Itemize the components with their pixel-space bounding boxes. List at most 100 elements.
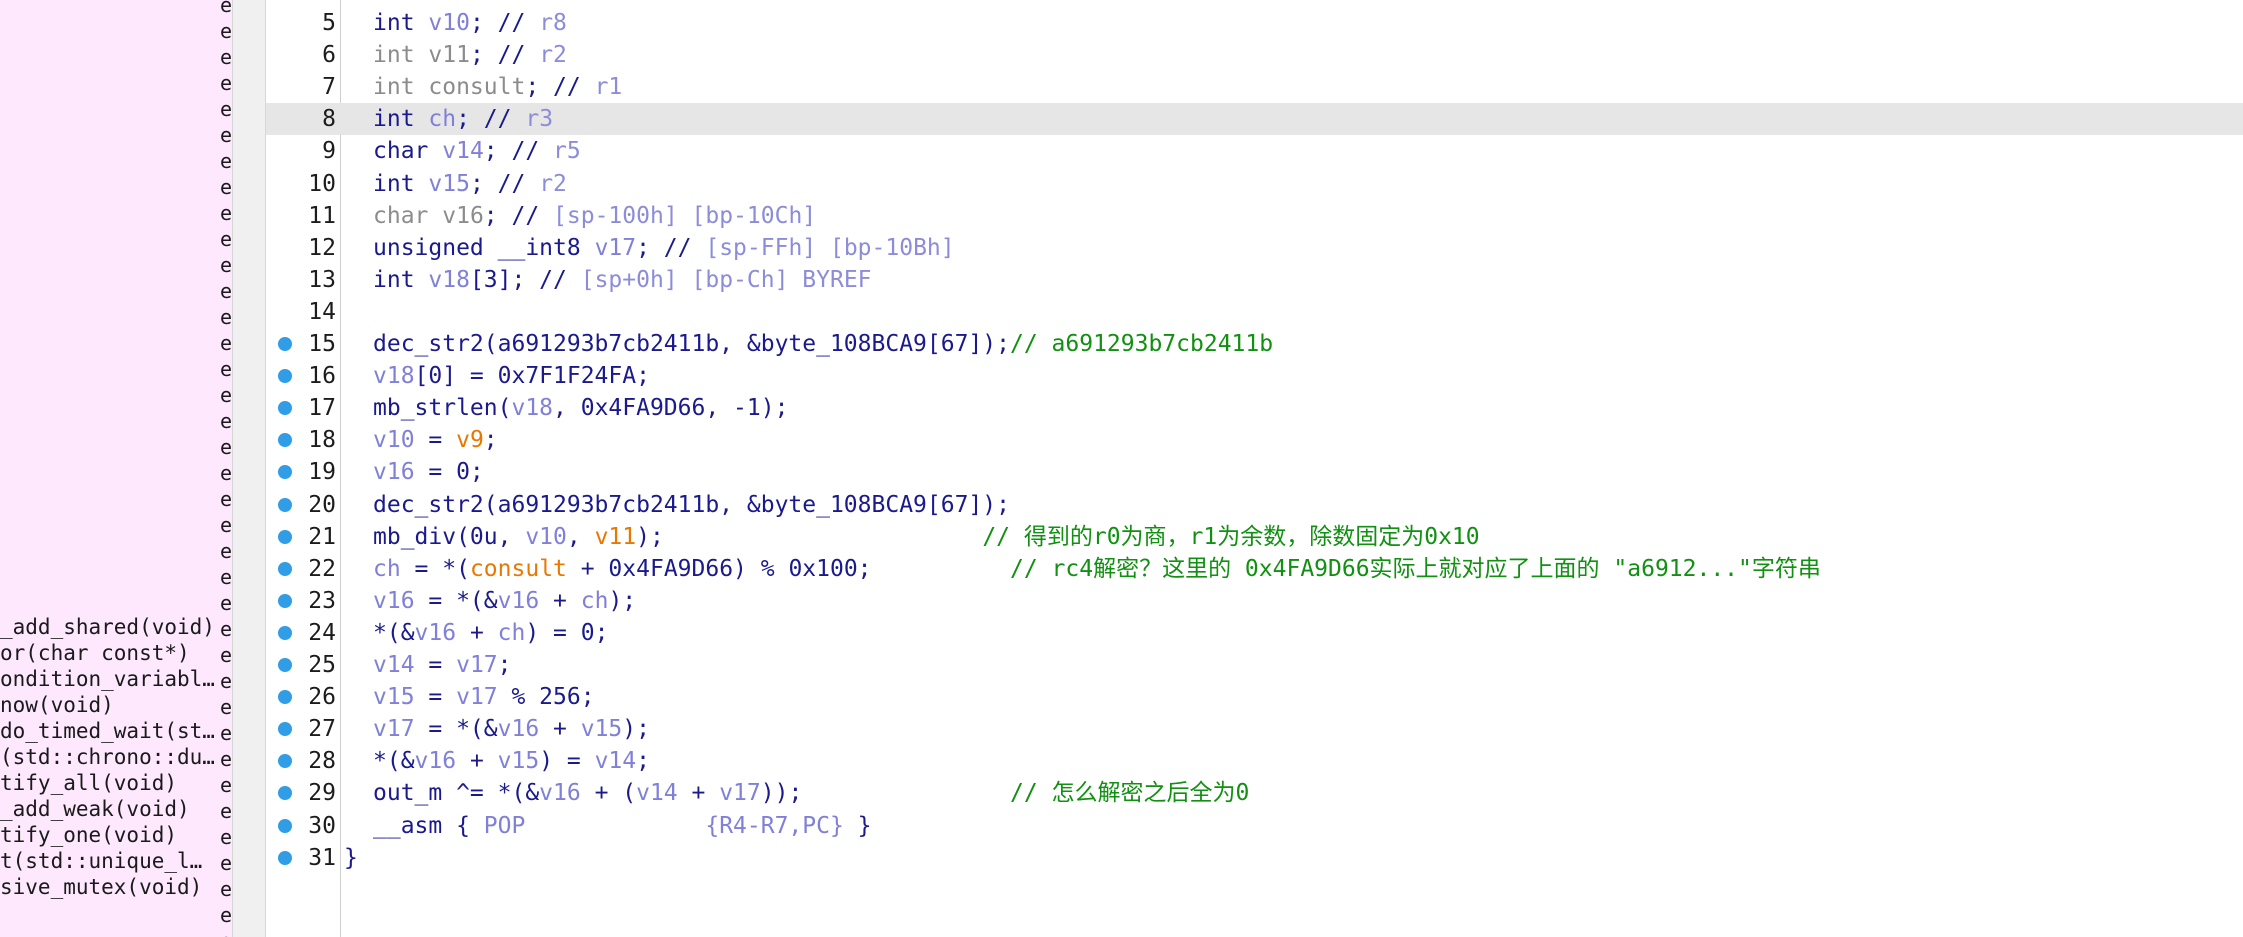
breakpoint-dot-icon[interactable] [278,465,292,480]
breakpoint-dot-icon[interactable] [278,529,292,544]
function-list-item[interactable]: do_timed_wait(st… [0,718,214,744]
code-token: v11 [428,42,470,69]
code-token: ; [636,748,650,775]
code-token: v16 [539,780,581,807]
breakpoint-dot-icon[interactable] [278,497,292,512]
code-line[interactable]: 31} [266,842,2243,874]
breakpoint-dot-icon[interactable] [278,850,292,865]
breakpoint-dot-icon[interactable] [278,593,292,608]
function-type-marker: e [220,97,232,121]
function-list-item[interactable]: tify_one(void) [0,822,177,848]
code-line[interactable]: 23 v16 = *(&v16 + ch); [266,585,2243,617]
code-text: *(&v16 + v15) = v14; [373,745,650,777]
function-list-item[interactable]: t(std::unique_l… [0,848,202,874]
code-line[interactable]: 17 mb_strlen(v18, 0x4FA9D66, -1); [266,392,2243,424]
function-type-marker: e [220,71,232,95]
function-list-item[interactable]: ondition_variabl… [0,666,214,692]
function-list-item[interactable]: _add_shared(void) [0,614,214,640]
code-token: } [344,844,358,871]
function-type-marker: e [220,123,232,147]
code-text: v18[0] = 0x7F1F24FA; [373,360,650,392]
panel-splitter[interactable] [232,0,266,937]
code-token: dec_str2(a691293b7cb2411b, &byte_108BCA9… [373,331,1010,357]
code-token: ); [622,716,650,743]
code-text: int ch; // r3 [373,103,553,135]
code-text: int v10; // r8 [373,7,567,39]
breakpoint-dot-icon[interactable] [278,722,292,737]
code-token: // rc4解密？这里的 0x4FA9D66实际上就对应了上面的 "a6912.… [1010,555,1821,582]
code-token: [sp-FFh] [bp-10Bh] [705,234,955,261]
functions-panel: _add_shared(void) or(char const*) ondition… [0,0,232,937]
line-number: 29 [308,780,336,807]
function-type-marker: e [220,331,232,355]
code-line[interactable]: 11 char v16; // [sp-100h] [bp-10Ch] [266,200,2243,232]
code-line[interactable]: 10 int v15; // r2 [266,168,2243,200]
function-type-marker: e [220,721,232,745]
code-token: unsigned __int8 [373,234,595,261]
code-line[interactable]: 20 dec_str2(a691293b7cb2411b, &byte_108BC… [266,489,2243,521]
code-line[interactable]: 25 v14 = v17; [266,649,2243,681]
line-number: 20 [308,491,336,518]
code-token: v14 [594,748,637,775]
code-line[interactable]: 6 int v11; // r2 [266,39,2243,71]
code-token: ) = 0; [525,619,609,646]
code-line[interactable]: 16 v18[0] = 0x7F1F24FA; [266,360,2243,392]
breakpoint-dot-icon[interactable] [278,433,292,448]
code-line[interactable]: 13 int v18[3]; // [sp+0h] [bp-Ch] BYREF [266,264,2243,296]
breakpoint-dot-icon[interactable] [278,561,292,576]
code-line[interactable]: 21 mb_div(0u, v10, v11); // 得到的r0为商，r1为余数… [266,521,2243,553]
breakpoint-dot-icon[interactable] [278,690,292,705]
code-line[interactable]: 12 unsigned __int8 v17; // [sp-FFh] [bp-1… [266,232,2243,264]
code-text: out_m ^= *(&v16 + (v14 + v17)); // 怎么解密之… [373,777,1249,809]
function-list-item[interactable]: sive_mutex(void) [0,874,202,900]
code-text: unsigned __int8 v17; // [sp-FFh] [bp-10B… [373,232,955,264]
function-list-item[interactable]: (std::chrono::du… [0,744,214,770]
code-line[interactable]: 24 *(&v16 + ch) = 0; [266,617,2243,649]
code-line[interactable]: 14 [266,296,2243,328]
code-line[interactable]: 22 ch = *(consult + 0x4FA9D66) % 0x100; /… [266,553,2243,585]
code-line[interactable]: 28 *(&v16 + v15) = v14; [266,745,2243,777]
code-line[interactable]: 7 int consult; // r1 [266,71,2243,103]
code-token: ; [497,652,512,678]
code-line[interactable]: 27 v17 = *(&v16 + v15); [266,713,2243,745]
code-line[interactable]: 29 out_m ^= *(&v16 + (v14 + v17)); // 怎么解… [266,777,2243,809]
code-line[interactable]: 15 dec_str2(a691293b7cb2411b, &byte_108BC… [266,328,2243,360]
function-list-item[interactable]: tify_all(void) [0,770,177,796]
code-line[interactable]: 5 int v10; // r8 [266,7,2243,39]
code-token: r2 [539,170,567,197]
code-text: *(&v16 + ch) = 0; [373,617,608,649]
code-line[interactable]: 9 char v14; // r5 [266,135,2243,167]
function-list-item[interactable]: now(void) [0,692,114,718]
line-number: 11 [308,202,336,229]
line-number: 5 [322,10,336,36]
function-list-item[interactable]: or(char const*) [0,640,190,666]
code-token: r2 [539,42,567,69]
breakpoint-dot-icon[interactable] [278,369,292,384]
code-line[interactable]: 19 v16 = 0; [266,456,2243,488]
function-list-item[interactable]: _add_weak(void) [0,796,190,822]
pseudocode-view[interactable]: 5 int v10; // r8 6 int v11; // r2 7 int consu… [266,0,2243,937]
breakpoint-dot-icon[interactable] [278,658,292,672]
code-token: [0] = 0x7F1F24FA; [414,363,650,390]
code-token: char [373,202,443,229]
code-token: ; // [636,234,706,261]
breakpoint-dot-icon[interactable] [278,786,292,801]
code-token: // 得到的r0为商，r1为余数，除数固定为0x10 [982,523,1480,550]
function-type-marker: e [220,773,232,797]
breakpoint-dot-icon[interactable] [278,754,292,769]
breakpoint-dot-icon[interactable] [278,818,292,833]
breakpoint-dot-icon[interactable] [278,337,292,351]
code-text: int v11; // r2 [373,39,567,71]
code-line[interactable]: 26 v15 = v17 % 256; [266,681,2243,713]
line-number: 12 [308,234,336,261]
code-text: mb_strlen(v18, 0x4FA9D66, -1); [373,392,788,424]
code-token: v17 [719,780,761,807]
function-type-marker: e [220,695,232,719]
breakpoint-dot-icon[interactable] [278,401,292,416]
line-number: 6 [322,42,336,69]
code-line[interactable]: 18 v10 = v9; [266,424,2243,456]
code-token: + [539,587,581,614]
breakpoint-dot-icon[interactable] [278,625,292,640]
code-line[interactable]: 30 __asm { POP {R4-R7,PC} } [266,810,2243,842]
code-line[interactable]: 8 int ch; // r3 [266,103,2243,136]
